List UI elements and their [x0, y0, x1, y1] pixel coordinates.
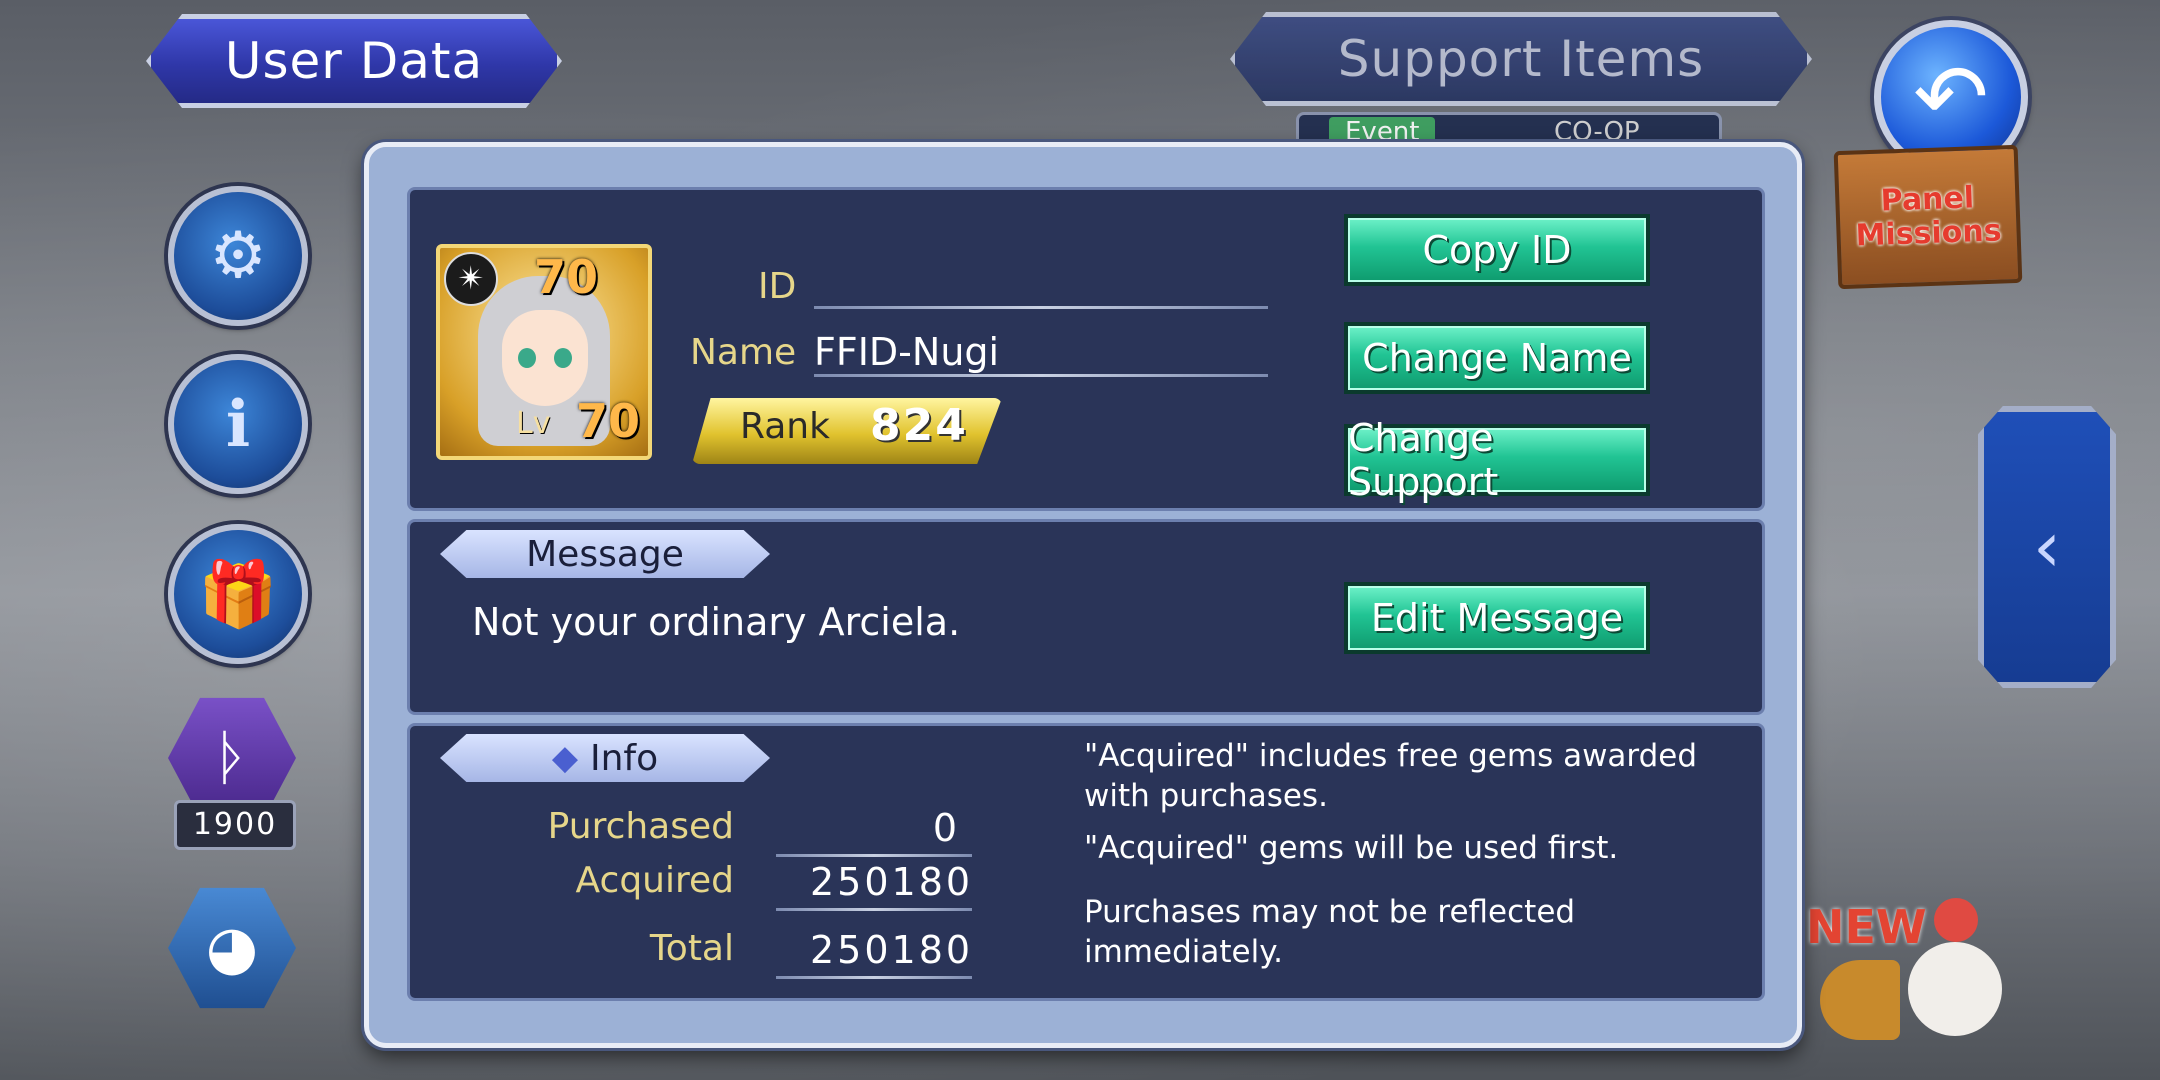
info-button[interactable]: i	[168, 354, 308, 494]
chevron-left-icon: ‹	[2033, 506, 2061, 588]
profile-section: ✴ 70 Lv 70 ID Name FFID-Nugi Rank 824 Co…	[407, 187, 1765, 511]
change-name-button[interactable]: Change Name	[1344, 322, 1650, 394]
crystal-level: 70	[534, 250, 599, 304]
purchased-underline	[776, 854, 972, 857]
name-label: Name	[690, 332, 797, 373]
settings-button[interactable]: ⚙	[168, 186, 308, 326]
moogle-icon: ◕	[205, 913, 259, 983]
total-label: Total	[649, 928, 734, 969]
avatar-face	[502, 310, 588, 406]
megaphone-icon	[1820, 960, 1900, 1040]
copy-id-button[interactable]: Copy ID	[1344, 214, 1650, 286]
note-purchases-delay: Purchases may not be reflected immediate…	[1084, 894, 1576, 970]
moogle-news-button[interactable]	[1900, 898, 2010, 1048]
support-items-banner[interactable]: Support Items	[1230, 12, 1812, 106]
total-underline	[776, 976, 972, 979]
id-label: ID	[758, 266, 797, 307]
panel-missions-label-2: Missions	[1855, 213, 2003, 254]
avatar[interactable]: ✴ 70 Lv 70	[436, 244, 652, 460]
moogle-head	[1908, 942, 2002, 1036]
id-underline	[814, 306, 1268, 309]
message-section: Message Not your ordinary Arciela. Edit …	[407, 519, 1765, 715]
total-value: 250180	[810, 928, 974, 972]
purchased-label: Purchased	[547, 806, 734, 847]
gear-icon: ⚙	[209, 219, 267, 293]
panel-missions-button[interactable]: Panel Missions	[1833, 144, 2023, 290]
message-header: Message	[440, 530, 770, 578]
note-acquired-first: "Acquired" gems will be used first.	[1084, 830, 1619, 866]
page-title: User Data	[146, 14, 562, 108]
moogle-pom	[1934, 898, 1978, 942]
gem-icon: ◆	[551, 738, 578, 778]
back-arrow-icon: ↶	[1913, 44, 1989, 150]
note-acquired-includes: "Acquired" includes free gems awarded wi…	[1084, 738, 1698, 814]
rank-value: 824	[870, 400, 968, 451]
acquired-label: Acquired	[575, 860, 734, 901]
level-value: 70	[576, 394, 641, 448]
info-icon: i	[225, 386, 251, 462]
message-title: Message	[526, 533, 684, 575]
info-title: Info	[590, 737, 659, 779]
acquired-underline	[776, 908, 972, 911]
avatar-eye	[518, 348, 536, 368]
acquired-value: 250180	[810, 860, 974, 904]
info-header: ◆ Info	[440, 734, 770, 782]
crystal-icon: ✴	[444, 252, 498, 306]
gift-icon: 🎁	[198, 557, 278, 632]
avatar-eye	[554, 348, 572, 368]
item-count: 1900	[174, 800, 296, 850]
edit-message-button[interactable]: Edit Message	[1344, 582, 1650, 654]
user-data-dialog: ✴ 70 Lv 70 ID Name FFID-Nugi Rank 824 Co…	[364, 142, 1802, 1048]
rune-icon: ᚦ	[214, 723, 250, 793]
panel-missions-label-1: Panel	[1880, 180, 1975, 219]
info-section: ◆ Info Purchased 0 Acquired 250180 Total…	[407, 723, 1765, 1001]
gift-button[interactable]: 🎁	[168, 524, 308, 664]
message-text: Not your ordinary Arciela.	[472, 600, 961, 644]
name-underline	[814, 374, 1268, 377]
purchased-value: 0	[932, 806, 960, 850]
rank-label: Rank	[740, 406, 830, 447]
level-label: Lv	[516, 406, 551, 441]
name-value: FFID-Nugi	[814, 330, 1000, 374]
side-panel-toggle[interactable]: ‹	[1978, 406, 2116, 688]
change-support-button[interactable]: Change Support	[1344, 416, 1650, 504]
